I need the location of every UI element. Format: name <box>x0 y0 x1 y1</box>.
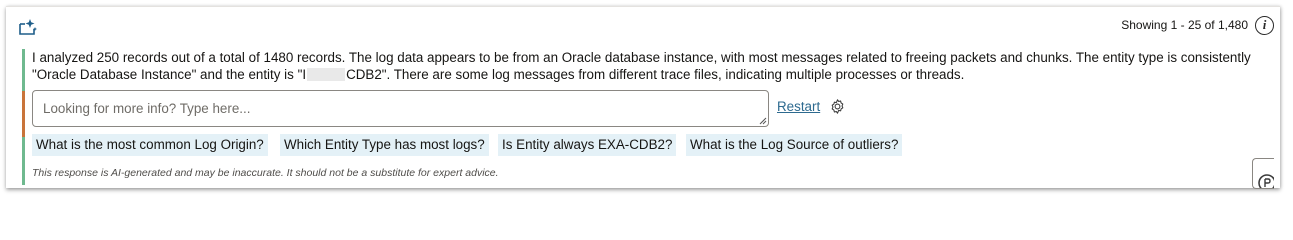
response-rule <box>22 137 25 185</box>
gear-icon[interactable] <box>829 98 846 115</box>
redaction-block <box>307 68 346 81</box>
summary-text-end: CDB2". There are some log messages from … <box>346 67 965 82</box>
feedback-button[interactable] <box>1252 158 1274 189</box>
suggestion-chip[interactable]: Which Entity Type has most logs? <box>280 134 489 156</box>
restart-link[interactable]: Restart <box>777 99 820 114</box>
follow-up-input[interactable] <box>32 90 769 127</box>
ai-summary-text: I analyzed 250 records out of a total of… <box>32 49 1264 83</box>
ai-assistant-icon[interactable] <box>18 18 38 36</box>
suggestion-chip[interactable]: What is the most common Log Origin? <box>32 134 268 156</box>
ai-disclaimer: This response is AI-generated and may be… <box>32 167 499 179</box>
info-icon[interactable]: i <box>1255 16 1274 35</box>
suggestion-chip[interactable]: Is Entity always EXA-CDB2? <box>498 134 677 156</box>
input-rule <box>22 91 25 137</box>
feedback-icon <box>1258 174 1274 188</box>
ai-summary-panel: Showing 1 - 25 of 1,480 i I analyzed 250… <box>6 6 1280 189</box>
redacted-entity-prefix: I <box>302 67 307 82</box>
result-count: Showing 1 - 25 of 1,480 <box>1121 18 1248 32</box>
response-rule <box>22 49 25 91</box>
suggestion-chip[interactable]: What is the Log Source of outliers? <box>686 134 903 156</box>
